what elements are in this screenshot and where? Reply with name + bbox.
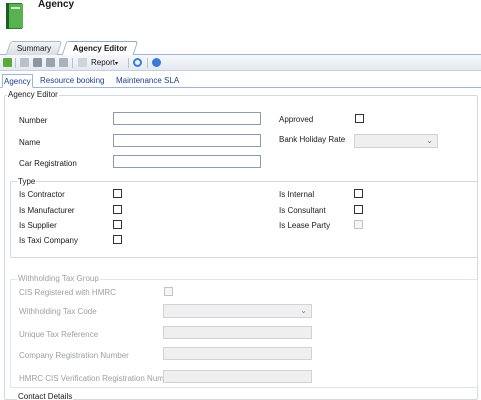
app-header: Agency (0, 0, 481, 40)
company-registration-field[interactable] (163, 347, 312, 360)
chevron-down-icon: ⌄ (426, 136, 433, 145)
contact-details-title: Contact Details (17, 392, 74, 400)
bank-holiday-rate-select[interactable]: ⌄ (354, 134, 438, 148)
help-icon[interactable] (152, 58, 161, 67)
is-manufacturer-checkbox[interactable] (113, 205, 122, 214)
cis-registered-checkbox[interactable] (164, 287, 173, 296)
print-icon[interactable] (59, 58, 68, 67)
app-title: Agency (38, 0, 75, 10)
type-group-title: Type (17, 177, 37, 186)
tab-agency-editor[interactable]: Agency Editor (61, 41, 139, 55)
cis-registered-label: CIS Registered with HMRC (19, 288, 116, 297)
unique-tax-reference-field[interactable] (163, 326, 312, 339)
type-group (10, 181, 478, 258)
toolbar-separator (15, 58, 16, 68)
toolbar-separator (72, 58, 73, 68)
add-icon[interactable] (3, 58, 12, 67)
withholding-tax-code-label: Withholding Tax Code (19, 307, 97, 316)
unique-tax-reference-label: Unique Tax Reference (19, 330, 99, 339)
subtab-maintenance-sla[interactable]: Maintenance SLA (116, 76, 179, 85)
agency-book-icon (6, 3, 23, 29)
withholding-tax-title: Withholding Tax Group (17, 274, 100, 283)
is-consultant-checkbox[interactable] (354, 205, 363, 214)
tab-summary-label: Summary (16, 44, 51, 53)
subtab-resource-booking[interactable]: Resource booking (40, 76, 104, 85)
name-label: Name (19, 138, 41, 147)
is-taxi-company-checkbox[interactable] (113, 235, 122, 244)
is-lease-party-label: Is Lease Party (279, 221, 331, 230)
is-contractor-label: Is Contractor (19, 190, 65, 199)
is-manufacturer-label: Is Manufacturer (19, 206, 75, 215)
name-field[interactable] (113, 134, 261, 147)
chevron-down-icon: ⌄ (300, 306, 307, 315)
approved-checkbox[interactable] (355, 114, 364, 123)
bank-holiday-rate-label: Bank Holiday Rate (279, 135, 346, 144)
save-close-icon[interactable] (46, 58, 55, 67)
is-internal-checkbox[interactable] (354, 189, 363, 198)
is-taxi-company-label: Is Taxi Company (19, 236, 78, 245)
company-registration-label: Company Registration Number (19, 351, 129, 360)
chevron-down-icon: ▾ (115, 61, 119, 67)
document-icon[interactable] (78, 58, 87, 67)
hmrc-cis-verification-field[interactable] (163, 370, 312, 383)
subtab-agency[interactable]: Agency (2, 74, 33, 88)
tab-agency-editor-label: Agency Editor (72, 44, 127, 53)
refresh-icon[interactable] (133, 58, 142, 67)
number-label: Number (19, 116, 48, 125)
is-supplier-label: Is Supplier (19, 221, 57, 230)
report-button[interactable]: Report▾ (91, 57, 118, 69)
toolbar: Report▾ (0, 55, 481, 71)
tab-strip: Summary Agency Editor (0, 40, 481, 55)
save-icon[interactable] (33, 58, 42, 67)
new-document-icon[interactable] (20, 58, 29, 67)
toolbar-separator (128, 58, 129, 68)
approved-label: Approved (279, 115, 314, 124)
tab-summary[interactable]: Summary (5, 41, 63, 55)
is-internal-label: Is Internal (279, 190, 315, 199)
report-button-label: Report (91, 58, 116, 67)
is-consultant-label: Is Consultant (279, 206, 326, 215)
car-registration-field[interactable] (113, 155, 261, 168)
agency-editor-title: Agency Editor (7, 90, 59, 99)
toolbar-separator (147, 58, 148, 68)
is-supplier-checkbox[interactable] (113, 220, 122, 229)
number-field[interactable] (113, 112, 261, 125)
hmrc-cis-verification-label: HMRC CIS Verification Registration Numbe… (19, 374, 176, 383)
sub-tab-strip: Agency Resource booking Maintenance SLA (0, 74, 481, 88)
withholding-tax-code-select[interactable]: ⌄ (163, 304, 312, 318)
is-lease-party-checkbox[interactable] (354, 220, 363, 229)
car-registration-label: Car Registration (19, 159, 77, 168)
is-contractor-checkbox[interactable] (113, 189, 122, 198)
